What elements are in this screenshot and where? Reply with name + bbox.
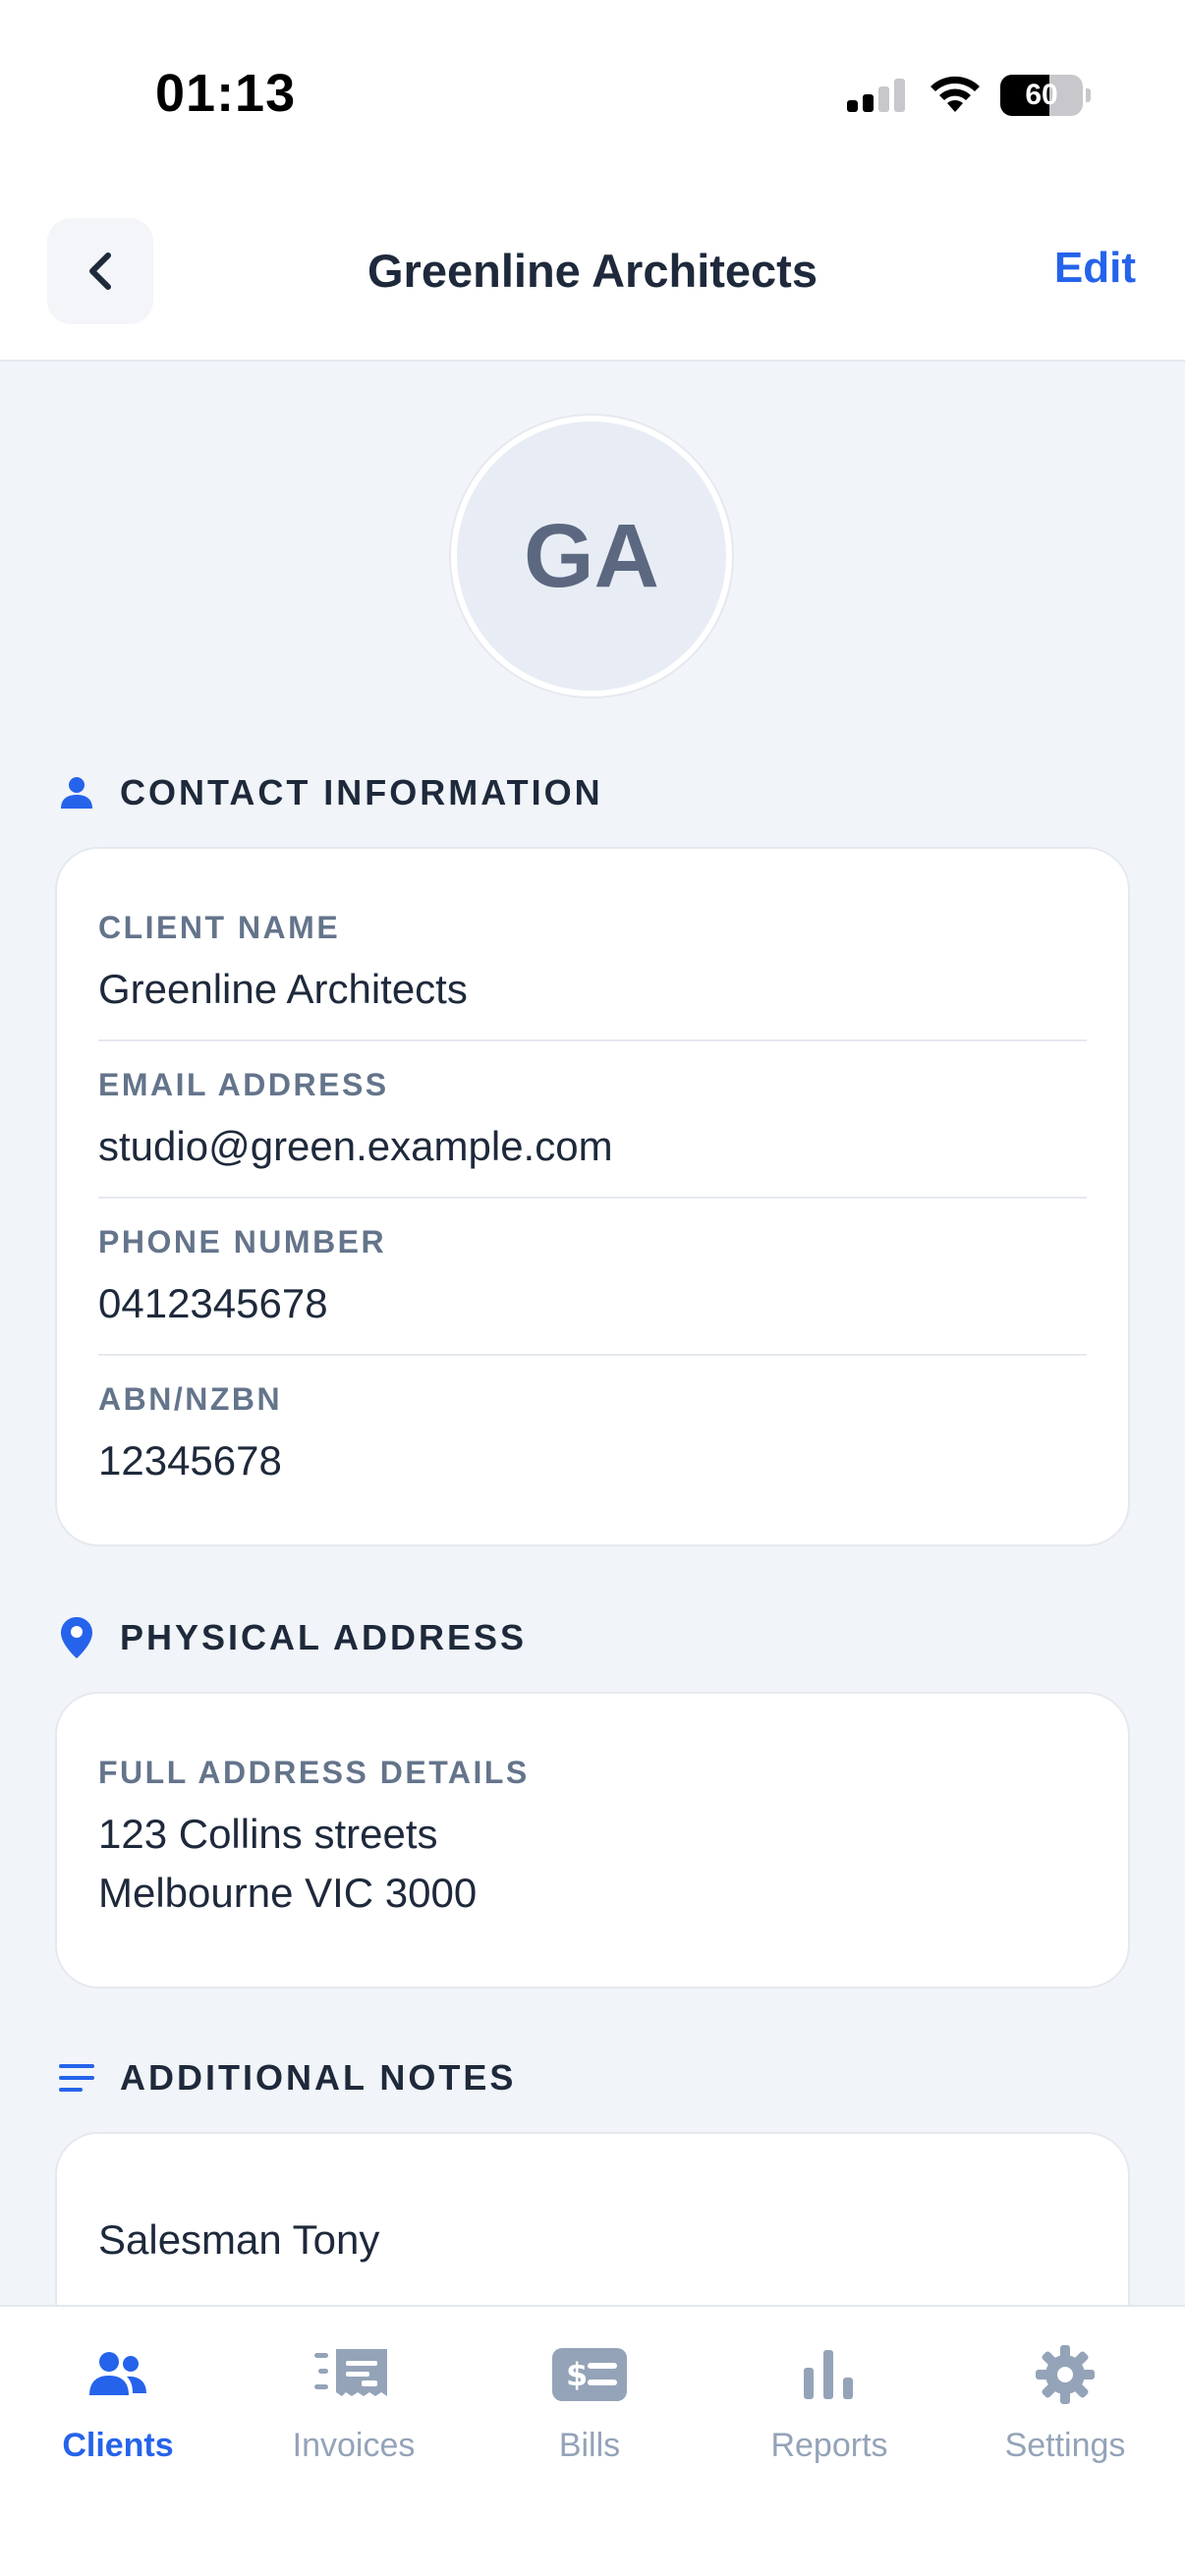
- wifi-icon: [931, 76, 980, 112]
- phone-field: PHONE NUMBER 0412345678: [98, 1224, 1087, 1333]
- notes-section-title: ADDITIONAL NOTES: [120, 2057, 517, 2098]
- tab-settings[interactable]: Settings: [947, 2340, 1183, 2465]
- field-value: Greenline Architects: [98, 966, 468, 1012]
- invoice-icon: [314, 2349, 387, 2396]
- field-label: PHONE NUMBER: [98, 1224, 387, 1260]
- divider: [98, 1039, 1087, 1041]
- field-value: 12345678: [98, 1437, 282, 1484]
- email-field: EMAIL ADDRESS studio@green.example.com: [98, 1067, 1087, 1176]
- notes-section-header: ADDITIONAL NOTES: [57, 2053, 516, 2102]
- address-line-2: Melbourne VIC 3000: [98, 1870, 478, 1916]
- edit-button[interactable]: Edit: [1054, 244, 1136, 293]
- tab-bills[interactable]: $ Bills: [472, 2340, 707, 2465]
- tab-invoices[interactable]: Invoices: [236, 2340, 472, 2465]
- tab-reports[interactable]: Reports: [711, 2340, 947, 2465]
- avatar: GA: [451, 416, 732, 697]
- tab-label: Settings: [1004, 2427, 1126, 2464]
- field-label: CLIENT NAME: [98, 910, 341, 945]
- contact-section-header: CONTACT INFORMATION: [57, 768, 603, 817]
- battery-icon: 60: [1000, 75, 1091, 116]
- tab-label: Bills: [558, 2427, 621, 2464]
- address-section-header: PHYSICAL ADDRESS: [57, 1613, 527, 1662]
- nav-bar: Greenline Architects Edit: [0, 187, 1185, 362]
- contact-section-title: CONTACT INFORMATION: [120, 772, 603, 812]
- address-card: FULL ADDRESS DETAILS 123 Collins streets…: [55, 1692, 1130, 1988]
- lines-icon: [57, 2058, 96, 2098]
- divider: [98, 1354, 1087, 1356]
- location-pin-icon: [57, 1617, 96, 1658]
- field-label: ABN/NZBN: [98, 1381, 283, 1417]
- tab-label: Invoices: [292, 2427, 416, 2464]
- gear-icon: [1036, 2345, 1095, 2404]
- bill-icon: $: [552, 2348, 627, 2401]
- field-value: 0412345678: [98, 1280, 328, 1326]
- address-section-title: PHYSICAL ADDRESS: [120, 1617, 528, 1657]
- tab-bar: Clients Invoices $ Bills Reports Setting…: [0, 2305, 1185, 2576]
- tab-clients[interactable]: Clients: [0, 2340, 236, 2465]
- abn-field: ABN/NZBN 12345678: [98, 1381, 1087, 1490]
- notes-value: Salesman Tony: [98, 2216, 380, 2263]
- status-time: 01:13: [155, 64, 297, 123]
- svg-text:$: $: [566, 2356, 588, 2393]
- tab-label: Clients: [62, 2427, 174, 2464]
- address-field: FULL ADDRESS DETAILS 123 Collins streets…: [98, 1755, 1087, 1923]
- cellular-signal-icon: [847, 79, 905, 112]
- battery-level: 60: [1025, 79, 1058, 111]
- field-label: FULL ADDRESS DETAILS: [98, 1755, 530, 1790]
- address-line-1: 123 Collins streets: [98, 1811, 438, 1857]
- tab-label: Reports: [770, 2427, 888, 2464]
- divider: [98, 1197, 1087, 1199]
- person-icon: [57, 773, 96, 812]
- field-label: EMAIL ADDRESS: [98, 1067, 389, 1102]
- page-title: Greenline Architects: [367, 245, 818, 297]
- field-value: studio@green.example.com: [98, 1123, 613, 1169]
- notes-field: Salesman Tony: [98, 2197, 1087, 2269]
- contact-card: CLIENT NAME Greenline Architects EMAIL A…: [55, 847, 1130, 1546]
- client-name-field: CLIENT NAME Greenline Architects: [98, 910, 1087, 1019]
- users-icon: [89, 2352, 146, 2395]
- status-bar: 01:13 60: [0, 0, 1185, 187]
- bar-chart-icon: [804, 2350, 853, 2399]
